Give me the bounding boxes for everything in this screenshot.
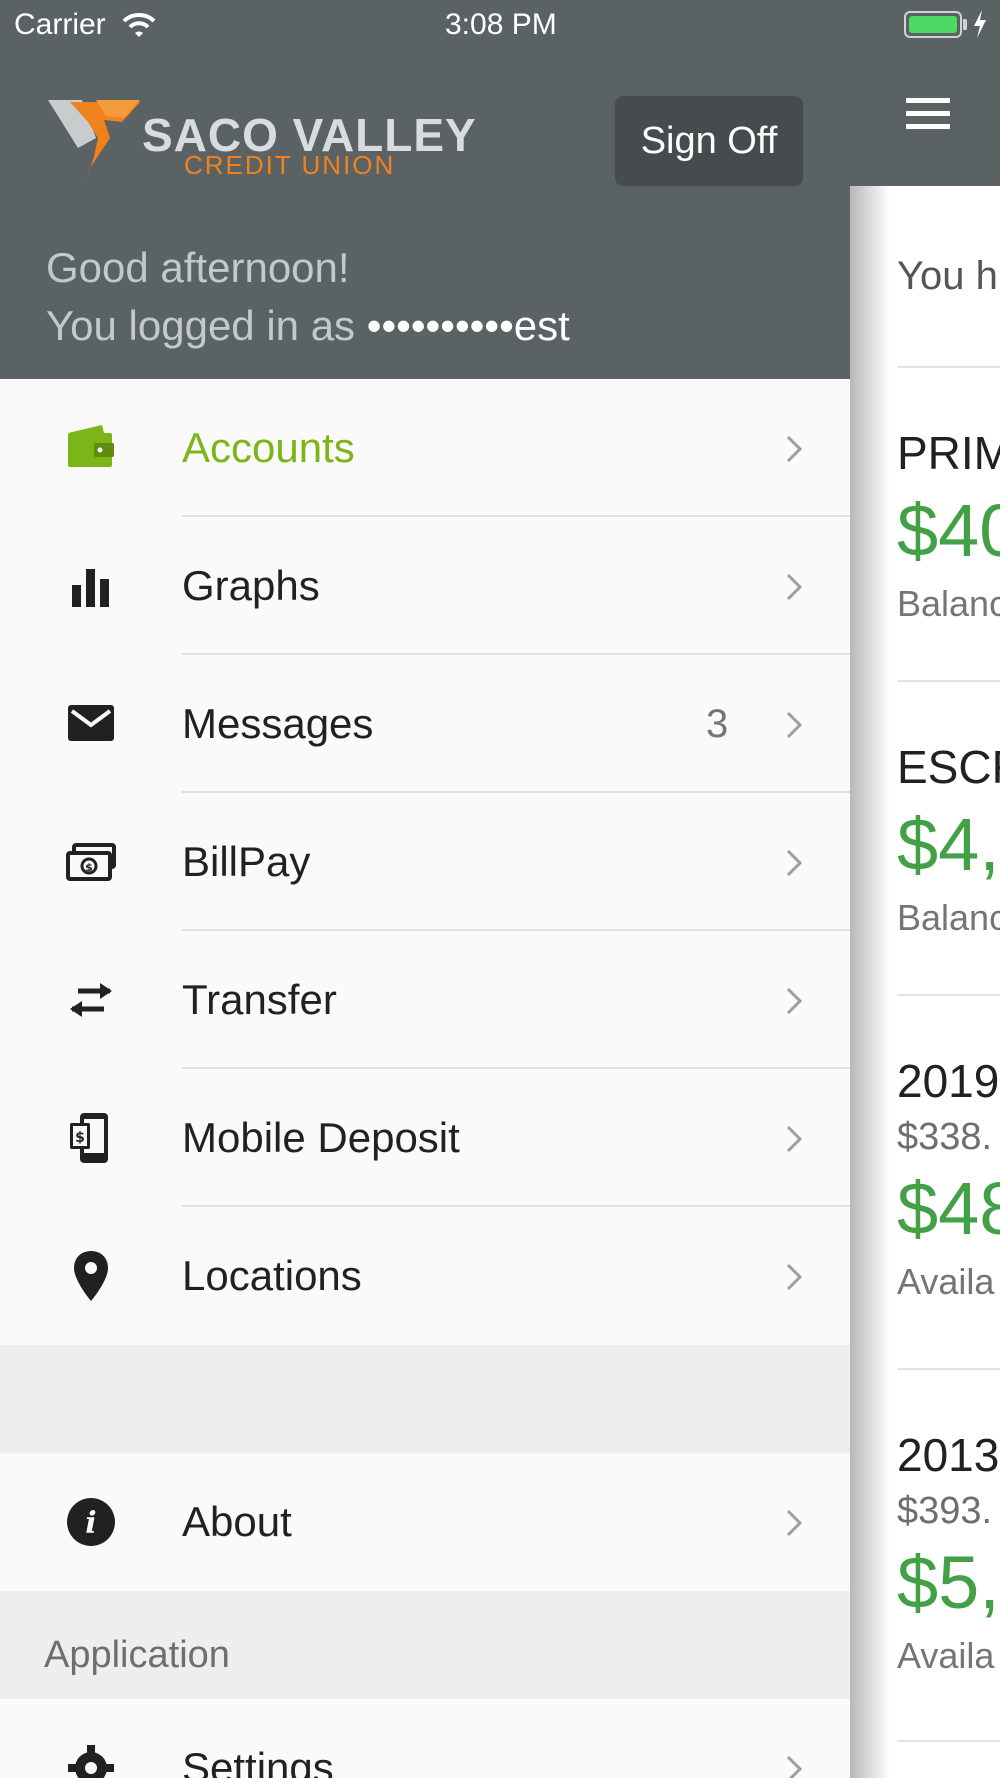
charging-bolt-icon	[974, 10, 986, 38]
menu-item-billpay[interactable]: $ BillPay	[0, 793, 850, 931]
mobile-deposit-icon: $	[70, 1113, 108, 1163]
chevron-right-icon	[786, 1755, 803, 1778]
menu-item-accounts[interactable]: Accounts	[0, 379, 850, 517]
account-subtitle: $393.	[897, 1490, 993, 1532]
divider	[897, 1740, 1000, 1742]
hamburger-menu-icon[interactable]	[906, 98, 950, 132]
menu-item-transfer[interactable]: Transfer	[0, 931, 850, 1069]
chevron-right-icon	[786, 1263, 803, 1291]
logo-subtitle: CREDIT UNION	[184, 150, 396, 180]
info-icon: i	[67, 1498, 115, 1546]
chevron-right-icon	[786, 987, 803, 1015]
menu-item-label: Locations	[182, 1252, 362, 1299]
menu-item-mobile-deposit[interactable]: $ Mobile Deposit	[0, 1069, 850, 1207]
chevron-right-icon	[786, 711, 803, 739]
wallet-icon	[68, 425, 114, 467]
menu-item-label: Mobile Deposit	[182, 1114, 460, 1161]
account-available-label: Availa	[897, 1261, 995, 1302]
account-card[interactable]: 2013 $393. $5, Availa	[897, 1432, 1000, 1674]
account-card[interactable]: PRIM $40 Balanc	[897, 430, 1000, 622]
svg-text:$: $	[75, 1130, 85, 1146]
transfer-arrows-icon	[70, 983, 112, 1017]
chevron-right-icon	[786, 435, 803, 463]
logo-mark-icon	[48, 100, 140, 182]
account-card[interactable]: ESCR $4, Balanc	[897, 744, 1000, 936]
account-name: ESCR	[897, 741, 1000, 793]
svg-text:i: i	[85, 1506, 96, 1541]
menu-item-settings[interactable]: Settings	[0, 1699, 850, 1778]
divider	[897, 680, 1000, 682]
menu-item-label: BillPay	[182, 838, 311, 885]
chevron-right-icon	[786, 1509, 803, 1537]
menu-item-messages[interactable]: Messages 3	[0, 655, 850, 793]
bar-chart-icon	[72, 569, 109, 607]
menu-item-label: Messages	[182, 700, 374, 747]
navigation-drawer: SACO VALLEY CREDIT UNION Sign Off Good a…	[0, 0, 850, 1778]
account-name: 2013	[897, 1429, 1000, 1481]
account-name: 2019	[897, 1055, 1000, 1107]
account-amount: $4,	[897, 803, 1000, 886]
svg-text:$: $	[85, 861, 93, 874]
accounts-intro-text: You h	[897, 254, 998, 298]
gear-icon	[68, 1745, 114, 1778]
sign-off-button[interactable]: Sign Off	[615, 96, 803, 186]
account-balance-label: Balanc	[897, 897, 1000, 938]
envelope-icon	[68, 705, 114, 741]
battery-nub	[963, 19, 967, 30]
menu-item-label: Graphs	[182, 562, 320, 609]
logged-in-prefix: You logged in as	[46, 302, 367, 349]
account-balance-label: Balanc	[897, 583, 1000, 624]
saco-valley-logo: SACO VALLEY CREDIT UNION	[48, 98, 476, 188]
status-bar: Carrier 3:08 PM	[0, 0, 1000, 50]
divider	[897, 994, 1000, 996]
menu-item-locations[interactable]: Locations	[0, 1207, 850, 1345]
section-spacer	[0, 1345, 850, 1453]
map-pin-icon	[74, 1251, 108, 1301]
money-icon: $	[66, 843, 116, 881]
logged-in-username: ••••••••••est	[366, 302, 570, 349]
drawer-header: SACO VALLEY CREDIT UNION Sign Off Good a…	[0, 0, 850, 379]
drawer-menu: Accounts Graphs Messages 3 $ BillPay Tra…	[0, 379, 850, 1778]
divider	[897, 366, 1000, 368]
unread-count-badge: 3	[706, 702, 729, 746]
account-card[interactable]: 2019 $338. $48 Availa	[897, 1058, 1000, 1300]
account-amount: $40	[897, 489, 1000, 572]
menu-item-about[interactable]: i About	[0, 1453, 850, 1591]
account-available-label: Availa	[897, 1635, 995, 1676]
chevron-right-icon	[786, 1125, 803, 1153]
logged-in-text: You logged in as ••••••••••est	[46, 302, 570, 350]
menu-item-graphs[interactable]: Graphs	[0, 517, 850, 655]
divider	[897, 1368, 1000, 1370]
account-subtitle: $338.	[897, 1116, 993, 1158]
carrier-label: Carrier	[14, 8, 106, 41]
account-amount: $48	[897, 1167, 1000, 1250]
chevron-right-icon	[786, 849, 803, 877]
menu-item-label: About	[182, 1498, 292, 1545]
account-name: PRIM	[897, 427, 1000, 479]
menu-item-label: Accounts	[182, 424, 355, 471]
account-amount: $5,	[897, 1541, 1000, 1624]
menu-item-label: Transfer	[182, 976, 337, 1023]
menu-item-label: Settings	[182, 1744, 334, 1778]
clock-time: 3:08 PM	[445, 8, 557, 41]
wifi-icon	[122, 13, 156, 37]
section-header-application: Application	[0, 1591, 850, 1699]
greeting-text: Good afternoon!	[46, 244, 350, 291]
drawer-shadow	[850, 186, 890, 1778]
chevron-right-icon	[786, 573, 803, 601]
battery-level	[909, 16, 957, 33]
battery-icon	[904, 11, 962, 38]
